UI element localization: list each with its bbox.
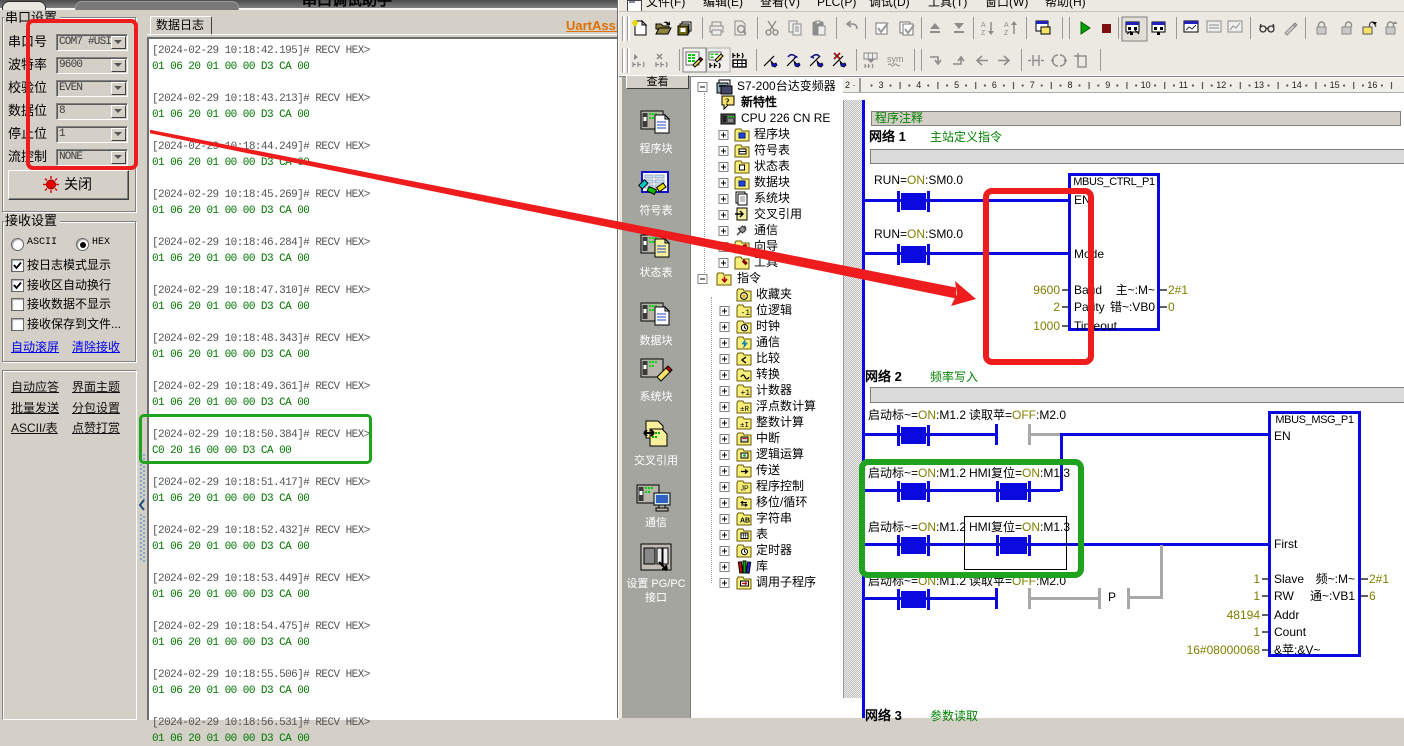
svg-text:+1: +1 xyxy=(741,389,751,398)
svg-text:9: 9 xyxy=(1105,80,1110,90)
svg-text:JP: JP xyxy=(741,486,750,493)
svg-text:6: 6 xyxy=(992,80,997,90)
svg-text:13: 13 xyxy=(1254,80,1264,90)
svg-text:A: A xyxy=(981,22,986,29)
svg-text:AB: AB xyxy=(740,518,750,525)
svg-text:11: 11 xyxy=(1179,80,1188,90)
svg-text:15: 15 xyxy=(1330,80,1340,90)
svg-text:sym: sym xyxy=(887,54,904,64)
svg-text:3: 3 xyxy=(878,80,883,90)
svg-text:Z: Z xyxy=(1004,30,1009,37)
svg-text:?: ? xyxy=(725,97,730,107)
svg-text:7: 7 xyxy=(1030,80,1035,90)
svg-text:5: 5 xyxy=(954,80,959,90)
svg-text:Z: Z xyxy=(981,30,986,37)
svg-text:12: 12 xyxy=(1216,80,1226,90)
svg-text:A: A xyxy=(1004,22,1009,29)
svg-text:±R: ±R xyxy=(740,406,750,414)
svg-text:8: 8 xyxy=(1067,80,1072,90)
svg-text:4: 4 xyxy=(916,80,921,90)
svg-text:-1: -1 xyxy=(741,309,751,318)
svg-text:14: 14 xyxy=(1292,80,1302,90)
svg-text:±I: ±I xyxy=(740,422,749,430)
svg-text:16: 16 xyxy=(1367,80,1377,90)
svg-text:10: 10 xyxy=(1141,80,1151,90)
